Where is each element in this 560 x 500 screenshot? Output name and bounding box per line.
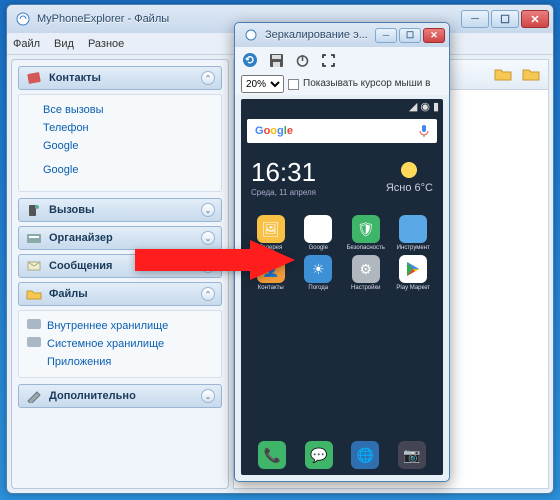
app-settings[interactable]: ⚙Настройки (344, 255, 388, 291)
extra-icon (25, 388, 43, 404)
menu-file[interactable]: Файл (13, 38, 40, 50)
files-items: Внутреннее хранилище Системное хранилище… (18, 310, 222, 378)
folder-icon[interactable] (494, 66, 512, 84)
phone-statusbar: ◢ ◉ ▮ (241, 99, 443, 113)
contacts-item[interactable]: Все вызовы (43, 101, 215, 119)
mirror-titlebar[interactable]: Зеркалирование э... ─ ☐ ✕ (235, 23, 449, 47)
chevron-down-icon[interactable]: ⌄ (201, 389, 215, 403)
files-icon (25, 286, 43, 302)
extra-label: Дополнительно (49, 390, 201, 402)
maximize-button[interactable]: ☐ (491, 10, 519, 28)
sidebar-cat-organizer[interactable]: Органайзер ⌄ (18, 226, 222, 250)
mic-icon[interactable] (419, 124, 429, 138)
files-item[interactable]: Внутреннее хранилище (27, 317, 215, 335)
zoom-select[interactable]: 20% (241, 75, 284, 93)
messages-label: Сообщения (49, 260, 201, 272)
contacts-item[interactable]: Google (43, 161, 215, 179)
dock-browser[interactable]: 🌐 (351, 441, 379, 469)
contacts-items: Все вызовы Телефон Google Google (18, 94, 222, 192)
sidebar: Контакты ⌃ Все вызовы Телефон Google Goo… (11, 59, 229, 489)
calls-icon (25, 202, 43, 218)
refresh-icon[interactable] (241, 51, 259, 69)
mirror-maximize-button[interactable]: ☐ (399, 28, 421, 43)
app-tools[interactable]: Инструмент (392, 215, 436, 251)
phone-screen[interactable]: ◢ ◉ ▮ Google 16:31 Среда, 11 апреля Ясно… (241, 99, 443, 475)
app-contacts[interactable]: 👤Контакты (249, 255, 293, 291)
contacts-item[interactable] (43, 179, 215, 185)
chevron-down-icon[interactable]: ⌄ (201, 231, 215, 245)
app-gallery[interactable]: 🖼Галерея (249, 215, 293, 251)
chevron-down-icon[interactable]: ⌄ (201, 259, 215, 273)
app-grid: 🖼Галерея Google 🛡Безопасность Инструмент… (241, 201, 443, 297)
contacts-item[interactable]: Google (43, 137, 215, 155)
app-icon (15, 11, 31, 27)
sidebar-cat-calls[interactable]: Вызовы ⌄ (18, 198, 222, 222)
sun-icon (399, 160, 419, 180)
menu-view[interactable]: Вид (54, 38, 74, 50)
clock-date: Среда, 11 апреля (251, 188, 316, 197)
folder-alt-icon[interactable] (522, 66, 540, 84)
contacts-icon (25, 70, 43, 86)
app-google[interactable]: Google (297, 215, 341, 251)
wifi-icon: ◉ (420, 100, 430, 113)
signal-icon: ◢ (409, 100, 417, 113)
files-label: Файлы (49, 288, 201, 300)
files-item[interactable]: Приложения (27, 353, 215, 371)
phone-dock: 📞 💬 🌐 📷 (241, 441, 443, 469)
chevron-down-icon[interactable]: ⌄ (201, 203, 215, 217)
cursor-label: Показывать курсор мыши в (303, 79, 430, 89)
window-buttons: ─ ☐ ✕ (461, 10, 549, 28)
sidebar-cat-contacts[interactable]: Контакты ⌃ (18, 66, 222, 90)
organizer-icon (25, 230, 43, 246)
calls-label: Вызовы (49, 204, 201, 216)
save-icon[interactable] (267, 51, 285, 69)
messages-icon (25, 258, 43, 274)
chevron-up-icon[interactable]: ⌃ (201, 287, 215, 301)
chevron-up-icon[interactable]: ⌃ (201, 71, 215, 85)
fullscreen-icon[interactable] (319, 51, 337, 69)
contacts-label: Контакты (49, 72, 201, 84)
mirror-minimize-button[interactable]: ─ (375, 28, 397, 43)
battery-icon: ▮ (433, 100, 439, 113)
app-security[interactable]: 🛡Безопасность (344, 215, 388, 251)
dock-phone[interactable]: 📞 (258, 441, 286, 469)
organizer-label: Органайзер (49, 232, 201, 244)
files-item[interactable]: Системное хранилище (27, 335, 215, 353)
google-logo: Google (255, 125, 293, 137)
app-weather[interactable]: ☀Погода (297, 255, 341, 291)
sidebar-cat-extra[interactable]: Дополнительно ⌄ (18, 384, 222, 408)
mirror-window[interactable]: Зеркалирование э... ─ ☐ ✕ 20% Показывать… (234, 22, 450, 482)
app-play[interactable]: Play Маркет (392, 255, 436, 291)
sidebar-cat-messages[interactable]: Сообщения ⌄ (18, 254, 222, 278)
cursor-checkbox[interactable] (288, 79, 299, 90)
menu-misc[interactable]: Разное (88, 38, 124, 50)
mirror-app-icon (243, 27, 259, 43)
mirror-toolbar (235, 47, 449, 73)
mirror-close-button[interactable]: ✕ (423, 28, 445, 43)
sidebar-cat-files[interactable]: Файлы ⌃ (18, 282, 222, 306)
clock-time: 16:31 (251, 157, 316, 188)
mirror-title: Зеркалирование э... (265, 29, 375, 41)
weather-widget[interactable]: Ясно 6°C (386, 160, 433, 194)
close-button[interactable]: ✕ (521, 10, 549, 28)
dock-camera[interactable]: 📷 (398, 441, 426, 469)
google-search-bar[interactable]: Google (247, 119, 437, 143)
contacts-item[interactable]: Телефон (43, 119, 215, 137)
zoom-row: 20% Показывать курсор мыши в (235, 73, 449, 95)
power-icon[interactable] (293, 51, 311, 69)
minimize-button[interactable]: ─ (461, 10, 489, 28)
dock-sms[interactable]: 💬 (305, 441, 333, 469)
clock-widget[interactable]: 16:31 Среда, 11 апреля Ясно 6°C (241, 149, 443, 201)
